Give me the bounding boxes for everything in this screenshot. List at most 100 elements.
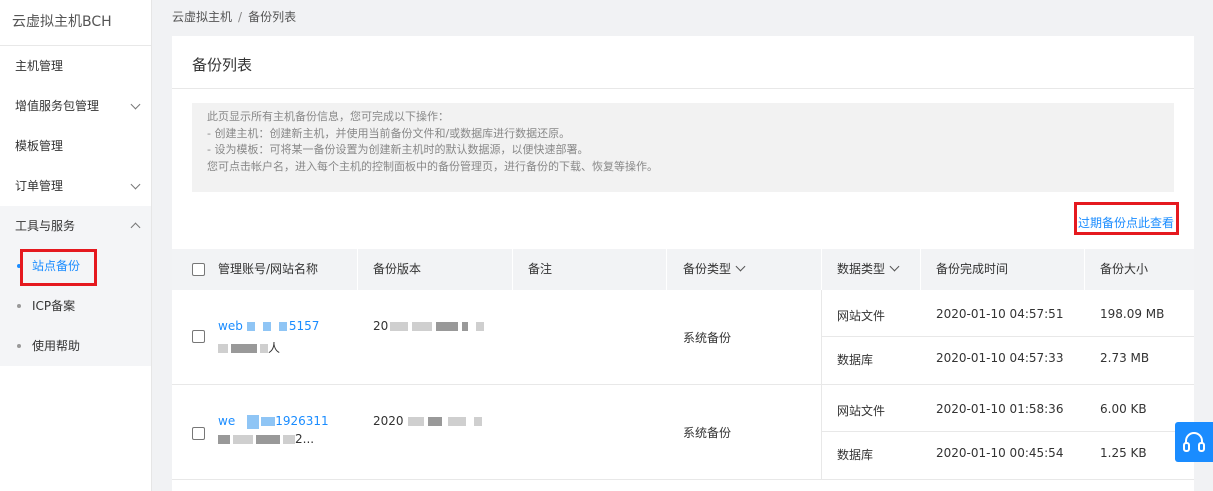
site-name: 人 xyxy=(218,339,280,356)
backup-size: 198.09 MB xyxy=(1100,307,1165,321)
breadcrumb: 云虚拟主机 / 备份列表 xyxy=(172,8,296,25)
redacted xyxy=(278,322,287,331)
redacted xyxy=(247,414,260,429)
sidebar-item-templates[interactable]: 模板管理 xyxy=(0,126,151,166)
redacted xyxy=(231,344,257,353)
info-line: 您可点击帐户名，进入每个主机的控制面板中的备份管理页，进行备份的下载、恢复等操作… xyxy=(207,159,658,173)
site-name: 2... xyxy=(218,432,314,446)
account-text: web xyxy=(218,319,243,333)
col-data-type[interactable]: 数据类型 xyxy=(837,249,900,290)
chevron-down-icon xyxy=(130,179,141,189)
col-size: 备份大小 xyxy=(1100,262,1149,276)
account-link[interactable]: web 5157 xyxy=(218,319,319,333)
redacted xyxy=(261,417,276,426)
redacted xyxy=(447,417,466,426)
finish-time: 2020-01-10 04:57:33 xyxy=(936,351,1064,365)
subrow-divider xyxy=(821,336,1194,337)
backup-type: 系统备份 xyxy=(683,426,732,440)
sidebar-item-tools-services[interactable]: 工具与服务 xyxy=(0,206,151,246)
col-backup-type-label: 备份类型 xyxy=(683,262,732,276)
sidebar-item-label: 模板管理 xyxy=(15,139,64,153)
info-line: 此页显示所有主机备份信息，您可完成以下操作： xyxy=(207,110,449,123)
bullet-dot xyxy=(17,344,21,348)
table-row: web 5157 人 20 系统备份 网站文件 2020-01-10 04:57:… xyxy=(172,290,1194,385)
version-text: 2020 xyxy=(373,414,404,428)
backup-table: 管理账号/网站名称 备份版本 备注 备份类型 数据类型 备份完成时间 备份大小 … xyxy=(172,249,1194,480)
data-type: 网站文件 xyxy=(837,309,886,323)
account-link[interactable]: we 1926311 xyxy=(218,414,329,429)
breadcrumb-separator: / xyxy=(238,10,243,24)
backup-type: 系统备份 xyxy=(683,331,732,345)
account-text: 5157 xyxy=(288,319,320,333)
sidebar-subitem-icp[interactable]: ICP备案 xyxy=(0,286,151,326)
data-type: 数据库 xyxy=(837,448,874,462)
redacted xyxy=(218,435,230,444)
col-divider xyxy=(821,249,822,290)
col-finish-time: 备份完成时间 xyxy=(936,262,1009,276)
sidebar-subitem-help[interactable]: 使用帮助 xyxy=(0,326,151,366)
redacted xyxy=(260,344,268,353)
chevron-down-icon xyxy=(130,99,141,109)
sidebar-subitem-label: ICP备案 xyxy=(32,299,76,313)
redacted xyxy=(436,322,459,331)
account-text: 1926311 xyxy=(275,414,329,428)
highlight-box xyxy=(1074,202,1179,235)
backup-size: 1.25 KB xyxy=(1100,446,1147,460)
redacted xyxy=(462,322,469,331)
data-type: 数据库 xyxy=(837,353,874,367)
sidebar-item-value-added-services[interactable]: 增值服务包管理 xyxy=(0,86,151,126)
sidebar: 云虚拟主机BCH 主机管理 增值服务包管理 模板管理 订单管理 工具与服务 站点… xyxy=(0,0,152,491)
site-name-text: 人 xyxy=(268,341,281,355)
sidebar-item-label: 订单管理 xyxy=(15,179,64,193)
highlight-box xyxy=(20,249,97,286)
sidebar-item-orders[interactable]: 订单管理 xyxy=(0,166,151,206)
bullet-dot xyxy=(17,304,21,308)
redacted xyxy=(476,322,485,331)
breadcrumb-current: 备份列表 xyxy=(248,10,297,24)
select-all-checkbox[interactable] xyxy=(192,263,205,276)
sidebar-item-host-management[interactable]: 主机管理 xyxy=(0,46,151,86)
main-panel: 备份列表 此页显示所有主机备份信息，您可完成以下操作： - 创建主机：创建新主机… xyxy=(172,36,1194,491)
col-backup-type[interactable]: 备份类型 xyxy=(683,249,746,290)
sidebar-title: 云虚拟主机BCH xyxy=(0,0,151,46)
finish-time: 2020-01-10 04:57:51 xyxy=(936,307,1064,321)
col-divider xyxy=(1084,249,1085,290)
version-text: 20 xyxy=(373,319,389,333)
row-checkbox[interactable] xyxy=(192,427,205,440)
finish-time: 2020-01-10 01:58:36 xyxy=(936,402,1064,416)
col-account: 管理账号/网站名称 xyxy=(218,262,319,276)
col-data-type-label: 数据类型 xyxy=(837,262,886,276)
col-divider xyxy=(666,249,667,290)
cell-divider xyxy=(821,385,822,480)
redacted xyxy=(233,435,253,444)
backup-size: 2.73 MB xyxy=(1100,351,1150,365)
backup-version: 20 xyxy=(373,319,485,333)
account-text: we xyxy=(218,414,236,428)
redacted xyxy=(283,435,295,444)
support-button[interactable] xyxy=(1175,422,1213,462)
redacted xyxy=(256,435,280,444)
redacted xyxy=(262,322,271,331)
backup-version: 2020 xyxy=(373,414,482,428)
chevron-down-icon xyxy=(889,261,900,272)
divider xyxy=(172,88,1194,89)
redacted xyxy=(427,417,442,426)
headset-icon xyxy=(1183,432,1205,452)
col-version: 备份版本 xyxy=(373,262,422,276)
col-divider xyxy=(920,249,921,290)
sidebar-item-label: 主机管理 xyxy=(15,59,64,73)
info-line: - 设为模板：可将某一备份设置为创建新主机时的默认数据源，以便快速部署。 xyxy=(207,143,589,156)
info-box: 此页显示所有主机备份信息，您可完成以下操作： - 创建主机：创建新主机，并使用当… xyxy=(192,103,1174,192)
col-divider xyxy=(357,249,358,290)
redacted xyxy=(218,344,228,353)
sidebar-item-label: 工具与服务 xyxy=(15,219,76,233)
breadcrumb-root[interactable]: 云虚拟主机 xyxy=(172,10,232,24)
redacted xyxy=(407,417,424,426)
col-divider xyxy=(512,249,513,290)
row-checkbox[interactable] xyxy=(192,330,205,343)
table-row: we 1926311 2... 2020 系统备份 网站文件 2020-01-10… xyxy=(172,385,1194,480)
page-title: 备份列表 xyxy=(192,56,253,74)
info-line: - 创建主机：创建新主机，并使用当前备份文件和/或数据库进行数据还原。 xyxy=(207,126,571,140)
site-name-text: 2... xyxy=(295,432,315,446)
chevron-up-icon xyxy=(130,222,141,233)
